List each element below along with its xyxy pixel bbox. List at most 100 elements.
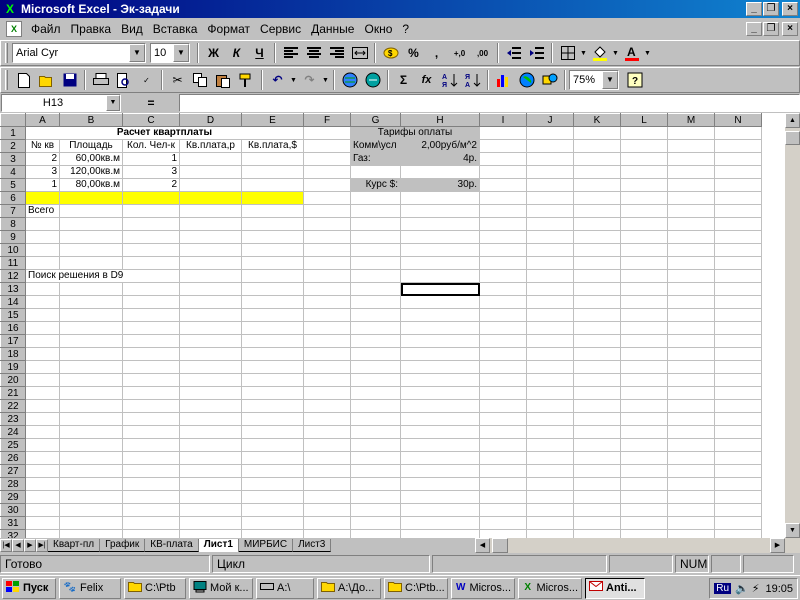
row-header[interactable]: 29 — [0, 490, 26, 504]
cell[interactable] — [573, 321, 621, 335]
cell-area[interactable]: 120,00кв.м — [59, 165, 123, 179]
cell[interactable] — [350, 321, 401, 335]
menu-window[interactable]: Окно — [359, 20, 397, 38]
cell[interactable] — [573, 425, 621, 439]
cell[interactable] — [241, 490, 304, 504]
cell[interactable] — [714, 477, 762, 491]
cell[interactable] — [59, 217, 123, 231]
cell-rate-value[interactable]: 30р. — [400, 178, 480, 192]
cell[interactable] — [303, 464, 351, 478]
cell[interactable] — [25, 373, 60, 387]
cell[interactable] — [303, 230, 351, 244]
cell-tariff-label[interactable]: Газ: — [350, 152, 401, 166]
cell[interactable] — [714, 178, 762, 192]
cell[interactable] — [59, 412, 123, 426]
cell[interactable] — [241, 204, 304, 218]
cell[interactable] — [667, 243, 715, 257]
menu-format[interactable]: Формат — [202, 20, 255, 38]
sort-ascending-icon[interactable]: AЯ — [438, 69, 461, 91]
column-header[interactable]: B — [59, 113, 123, 127]
formula-equals[interactable]: = — [123, 96, 179, 110]
cell[interactable] — [122, 425, 180, 439]
cell[interactable] — [479, 178, 527, 192]
formula-input[interactable] — [179, 94, 800, 112]
cell[interactable] — [350, 412, 401, 426]
cell[interactable] — [179, 256, 242, 270]
prev-sheet-icon[interactable]: ◀ — [12, 539, 24, 552]
cell[interactable] — [714, 295, 762, 309]
cell-apartment[interactable]: 3 — [25, 165, 60, 179]
cell[interactable] — [620, 347, 668, 361]
cell[interactable] — [526, 282, 574, 296]
cell[interactable] — [122, 451, 180, 465]
column-header[interactable]: M — [667, 113, 715, 127]
cell[interactable] — [241, 165, 304, 179]
cell[interactable] — [350, 308, 401, 322]
cell[interactable] — [122, 373, 180, 387]
row-header[interactable]: 11 — [0, 256, 26, 270]
cell[interactable] — [714, 282, 762, 296]
cell[interactable] — [179, 295, 242, 309]
cell[interactable] — [526, 308, 574, 322]
cell[interactable] — [526, 139, 574, 153]
autosum-button[interactable]: Σ — [392, 69, 415, 91]
cell[interactable] — [667, 295, 715, 309]
cell[interactable] — [400, 399, 480, 413]
cell[interactable] — [59, 295, 123, 309]
cell[interactable] — [303, 295, 351, 309]
cell[interactable] — [241, 360, 304, 374]
cell[interactable] — [241, 269, 304, 283]
cell[interactable] — [479, 308, 527, 322]
cell[interactable] — [400, 321, 480, 335]
cell[interactable] — [179, 230, 242, 244]
column-header[interactable]: J — [526, 113, 574, 127]
cell[interactable] — [59, 451, 123, 465]
cell[interactable] — [241, 230, 304, 244]
task-anti[interactable]: Anti... — [585, 577, 645, 599]
cell[interactable] — [400, 490, 480, 504]
cell[interactable] — [620, 516, 668, 530]
chevron-down-icon[interactable]: ▼ — [611, 42, 620, 64]
cell[interactable] — [25, 230, 60, 244]
cell[interactable] — [241, 295, 304, 309]
row-header[interactable]: 24 — [0, 425, 26, 439]
cell-rate-label[interactable]: Курс $: — [350, 178, 401, 192]
cell[interactable] — [479, 425, 527, 439]
cell[interactable] — [179, 438, 242, 452]
clock[interactable]: 19:05 — [765, 583, 793, 595]
column-header[interactable]: C — [122, 113, 180, 127]
cell-note[interactable]: Поиск решения в D9 — [25, 269, 180, 283]
cell[interactable] — [179, 412, 242, 426]
row-header[interactable]: 28 — [0, 477, 26, 491]
cell[interactable] — [179, 217, 242, 231]
minimize-button[interactable]: _ — [746, 2, 762, 16]
cell[interactable] — [573, 295, 621, 309]
cell[interactable] — [350, 269, 401, 283]
cell[interactable] — [479, 334, 527, 348]
cell[interactable] — [573, 126, 621, 140]
row-header[interactable]: 7 — [0, 204, 26, 218]
task-word[interactable]: W Micros... — [451, 577, 515, 599]
document-icon[interactable]: X — [6, 21, 22, 37]
cell[interactable] — [241, 256, 304, 270]
task-felix[interactable]: 🐾 Felix — [59, 577, 121, 599]
cell[interactable] — [25, 438, 60, 452]
cell[interactable] — [303, 256, 351, 270]
cell[interactable] — [25, 529, 60, 538]
cell[interactable] — [573, 490, 621, 504]
decrease-decimal-button[interactable]: ,00 — [471, 42, 494, 64]
cell[interactable] — [667, 256, 715, 270]
cell[interactable] — [667, 217, 715, 231]
row-header[interactable]: 27 — [0, 464, 26, 478]
cell[interactable] — [25, 516, 60, 530]
cell[interactable] — [179, 386, 242, 400]
cell[interactable] — [59, 360, 123, 374]
cell[interactable] — [526, 477, 574, 491]
cell[interactable] — [122, 438, 180, 452]
cell[interactable] — [303, 347, 351, 361]
cell[interactable] — [122, 295, 180, 309]
cell[interactable] — [526, 464, 574, 478]
column-header[interactable]: G — [350, 113, 401, 127]
cell[interactable] — [620, 360, 668, 374]
cell[interactable] — [667, 178, 715, 192]
